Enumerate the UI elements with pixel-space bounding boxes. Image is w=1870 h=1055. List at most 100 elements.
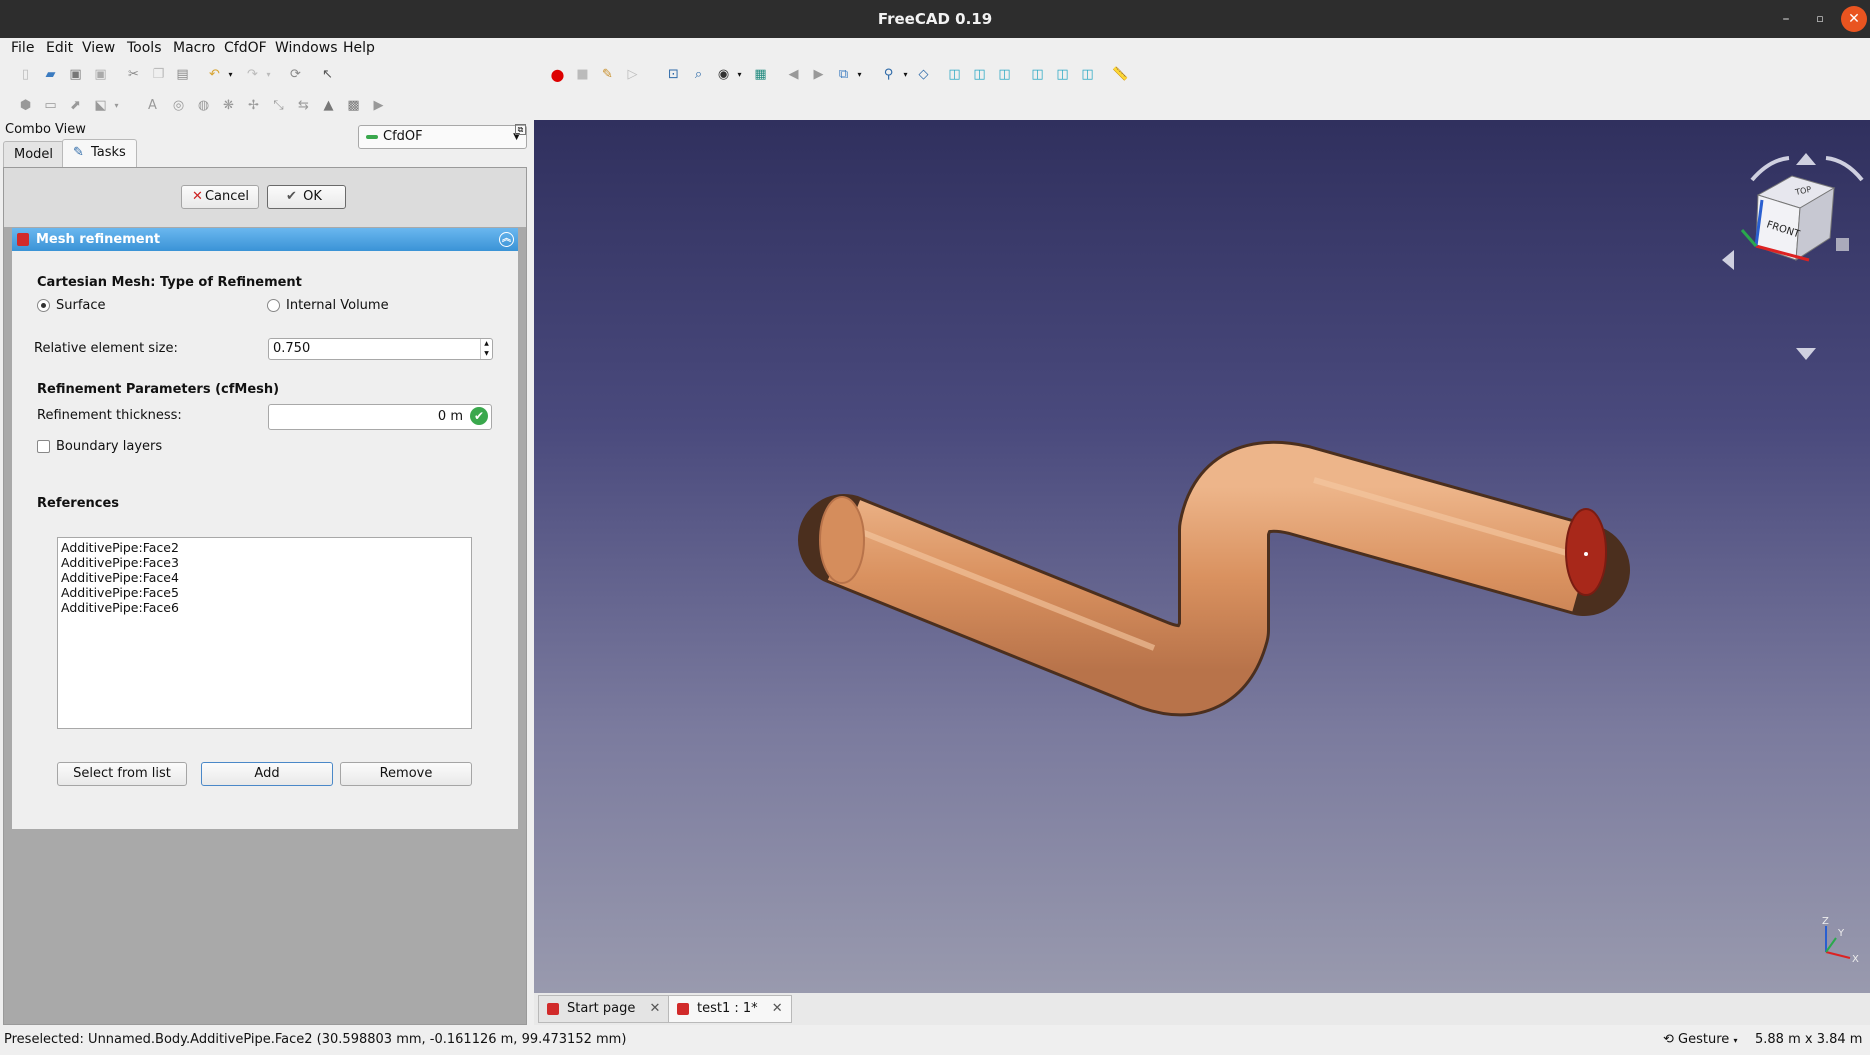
redo-dropdown-icon[interactable]: ▾ bbox=[260, 66, 277, 83]
list-item[interactable]: AdditivePipe:Face3 bbox=[58, 555, 471, 570]
collapse-icon[interactable]: ︽ bbox=[499, 232, 514, 247]
run-icon[interactable]: ▶ bbox=[370, 97, 387, 114]
undo-icon[interactable]: ↶ bbox=[206, 66, 223, 83]
mesh-refinement-icon[interactable]: ⤡ bbox=[270, 97, 287, 114]
list-item[interactable]: AdditivePipe:Face2 bbox=[58, 540, 471, 555]
list-item[interactable]: AdditivePipe:Face6 bbox=[58, 600, 471, 615]
boundary-layers-label[interactable]: Boundary layers bbox=[56, 439, 162, 454]
cut-icon[interactable]: ✂ bbox=[125, 66, 142, 83]
view-top-icon[interactable]: ◫ bbox=[971, 66, 988, 83]
tab-model[interactable]: Model bbox=[3, 141, 65, 167]
menu-cfdof[interactable]: CfdOF bbox=[224, 40, 267, 56]
view-isometric-icon[interactable]: ◇ bbox=[915, 66, 932, 83]
text-annotation-icon[interactable]: A bbox=[144, 97, 161, 114]
close-icon[interactable]: ✕ bbox=[772, 1001, 783, 1016]
fit-all-icon[interactable]: ⊡ bbox=[665, 66, 682, 83]
menu-file[interactable]: File bbox=[11, 40, 34, 56]
pipe-model[interactable] bbox=[798, 440, 1630, 717]
boundary-layers-checkbox[interactable] bbox=[37, 440, 50, 453]
copy-icon[interactable]: ❐ bbox=[150, 66, 167, 83]
tab-test1[interactable]: test1 : 1* ✕ bbox=[668, 995, 792, 1023]
remove-button[interactable]: Remove bbox=[340, 762, 472, 786]
fluid-properties-icon[interactable]: ⬈ bbox=[67, 97, 84, 114]
tab-start-page[interactable]: Start page ✕ bbox=[538, 995, 670, 1023]
navigation-cube[interactable]: TOP FRONT bbox=[1722, 153, 1870, 360]
workbench-selector[interactable]: CfdOF ▼ bbox=[358, 125, 527, 149]
menu-edit[interactable]: Edit bbox=[46, 40, 73, 56]
undo-dropdown-icon[interactable]: ▾ bbox=[222, 66, 239, 83]
whats-this-icon[interactable]: ↖ bbox=[319, 66, 336, 83]
close-icon[interactable]: ✕ bbox=[650, 1001, 661, 1016]
tab-tasks[interactable]: ✎ Tasks bbox=[62, 139, 137, 168]
ok-button[interactable]: ✔ OK bbox=[267, 185, 346, 209]
new-file-icon[interactable]: ▯ bbox=[17, 66, 34, 83]
std-views-dropdown-icon[interactable]: ▾ bbox=[897, 66, 914, 83]
open-file-icon[interactable]: ▰ bbox=[42, 66, 59, 83]
select-from-list-button[interactable]: Select from list bbox=[57, 762, 187, 786]
dynamic-mesh-icon[interactable]: ⇆ bbox=[295, 97, 312, 114]
paste-icon[interactable]: ▤ bbox=[174, 66, 191, 83]
refresh-icon[interactable]: ⟳ bbox=[287, 66, 304, 83]
porous-zone-icon[interactable]: ◍ bbox=[195, 97, 212, 114]
boundary-dropdown-icon[interactable]: ▾ bbox=[108, 97, 125, 114]
list-item[interactable]: AdditivePipe:Face4 bbox=[58, 570, 471, 585]
view-rear-icon[interactable]: ◫ bbox=[1029, 66, 1046, 83]
menu-view[interactable]: View bbox=[82, 40, 115, 56]
list-item[interactable]: AdditivePipe:Face5 bbox=[58, 585, 471, 600]
forward-icon[interactable]: ▶ bbox=[810, 66, 827, 83]
add-button[interactable]: Add bbox=[201, 762, 333, 786]
std-views-icon[interactable]: ⚲ bbox=[880, 66, 897, 83]
relative-size-spinbox[interactable]: 0.750 ▲ ▼ bbox=[268, 338, 493, 360]
maximize-button[interactable]: ▫ bbox=[1807, 6, 1833, 32]
minimize-button[interactable]: – bbox=[1773, 6, 1799, 32]
mesh-icon[interactable]: ✢ bbox=[245, 97, 262, 114]
cancel-button[interactable]: ✕ Cancel bbox=[181, 185, 259, 209]
bounding-box-icon[interactable]: ▦ bbox=[752, 66, 769, 83]
macro-stop-icon[interactable]: ■ bbox=[574, 66, 591, 83]
surface-radio-label[interactable]: Surface bbox=[56, 298, 106, 313]
mesh-refinement-box bbox=[12, 228, 518, 829]
report-icon[interactable]: ▩ bbox=[345, 97, 362, 114]
fit-selection-icon[interactable]: ⌕ bbox=[690, 66, 707, 83]
3d-viewport[interactable]: TOP FRONT X Y Z bbox=[534, 120, 1870, 993]
link-dropdown-icon[interactable]: ▾ bbox=[851, 66, 868, 83]
link-icon[interactable]: ⧉ bbox=[835, 66, 852, 83]
back-icon[interactable]: ◀ bbox=[785, 66, 802, 83]
initialisation-zone-icon[interactable]: ❋ bbox=[220, 97, 237, 114]
spin-arrows-icon[interactable]: ▲ ▼ bbox=[480, 339, 492, 359]
physics-model-icon[interactable]: ▭ bbox=[42, 97, 59, 114]
close-button[interactable]: ✕ bbox=[1841, 6, 1867, 32]
measure-distance-icon[interactable]: 📏 bbox=[1112, 66, 1129, 83]
initialise-icon[interactable]: ◎ bbox=[170, 97, 187, 114]
mesh-refinement-header: Mesh refinement ︽ bbox=[12, 228, 518, 251]
view-front-icon[interactable]: ◫ bbox=[946, 66, 963, 83]
view-left-icon[interactable]: ◫ bbox=[1079, 66, 1096, 83]
menu-macro[interactable]: Macro bbox=[173, 40, 215, 56]
macro-edit-icon[interactable]: ✎ bbox=[599, 66, 616, 83]
menu-tools[interactable]: Tools bbox=[127, 40, 162, 56]
internal-volume-radio[interactable] bbox=[267, 299, 280, 312]
view-right-icon[interactable]: ◫ bbox=[996, 66, 1013, 83]
pipe-inlet-face[interactable] bbox=[819, 496, 865, 584]
navcube-menu-icon[interactable] bbox=[1836, 238, 1849, 251]
save-icon[interactable]: ▣ bbox=[67, 66, 84, 83]
macro-run-icon[interactable]: ▷ bbox=[624, 66, 641, 83]
menu-windows[interactable]: Windows bbox=[275, 40, 338, 56]
surface-radio[interactable] bbox=[37, 299, 50, 312]
view-bottom-icon[interactable]: ◫ bbox=[1054, 66, 1071, 83]
analysis-icon[interactable]: ⬢ bbox=[17, 97, 34, 114]
menu-help[interactable]: Help bbox=[343, 40, 375, 56]
draw-style-dropdown-icon[interactable]: ▾ bbox=[731, 66, 748, 83]
macro-record-icon[interactable]: ● bbox=[549, 66, 566, 83]
boundary-icon[interactable]: ⬕ bbox=[92, 97, 109, 114]
axis-x-label: X bbox=[1852, 954, 1859, 965]
save-as-icon[interactable]: ▣ bbox=[92, 66, 109, 83]
references-list[interactable]: AdditivePipe:Face2 AdditivePipe:Face3 Ad… bbox=[57, 537, 472, 729]
float-panel-icon[interactable]: ⧉ bbox=[515, 124, 526, 135]
redo-icon[interactable]: ↷ bbox=[244, 66, 261, 83]
nav-style-selector[interactable]: ⟲ Gesture ▾ bbox=[1663, 1025, 1737, 1055]
refinement-thickness-input[interactable]: 0 m ✔ bbox=[268, 404, 492, 430]
solver-icon[interactable]: ▲ bbox=[320, 97, 337, 114]
internal-volume-radio-label[interactable]: Internal Volume bbox=[286, 298, 389, 313]
draw-style-icon[interactable]: ◉ bbox=[715, 66, 732, 83]
